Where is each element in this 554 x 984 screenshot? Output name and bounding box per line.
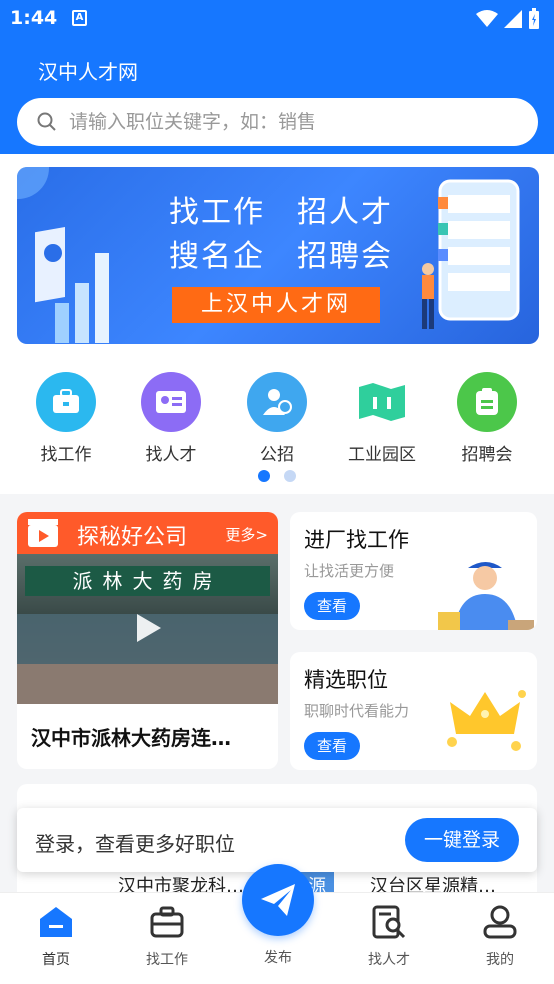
street <box>17 664 278 704</box>
person-medal-icon <box>247 372 307 432</box>
video-card-title: 探秘好公司 <box>77 525 188 550</box>
category-job-fair[interactable]: 招聘会 <box>437 372 537 465</box>
briefcase-icon <box>36 372 96 432</box>
play-icon[interactable] <box>135 612 163 644</box>
pager-dot-active[interactable] <box>258 470 270 482</box>
storefront-sign: 派林大药房 <box>25 566 270 596</box>
publish-label[interactable]: 发布 <box>248 947 308 967</box>
status-icons <box>476 8 540 30</box>
home-icon <box>40 907 72 937</box>
category-public-recruit[interactable]: 公招 <box>227 372 327 465</box>
promo-card-title: 进厂找工作 <box>304 528 409 552</box>
category-label: 公招 <box>260 445 294 465</box>
banner-cta-button[interactable]: 上汉中人才网 <box>172 287 380 323</box>
video-card-header: 探秘好公司 更多> <box>17 512 278 554</box>
video-thumbnail[interactable]: 派林大药房 <box>17 554 278 704</box>
status-bar: 1:44 A <box>0 0 554 36</box>
page-title: 汉中人才网 <box>38 60 138 84</box>
banner-section: 找工作 招人才 搜名企 招聘会 上汉中人才网 <box>0 154 554 344</box>
promo-banner[interactable]: 找工作 招人才 搜名企 招聘会 上汉中人才网 <box>17 167 539 344</box>
nav-label: 找工作 <box>146 952 188 968</box>
promo-card-title: 精选职位 <box>304 668 388 692</box>
nav-find-talent[interactable]: 找人才 <box>344 905 434 969</box>
clipboard-icon <box>457 372 517 432</box>
nav-find-job[interactable]: 找工作 <box>122 905 212 969</box>
nav-profile[interactable]: 我的 <box>455 905 545 969</box>
search-icon <box>37 112 56 131</box>
pager-dot[interactable] <box>284 470 296 482</box>
briefcase-icon <box>150 906 184 938</box>
search-bar[interactable] <box>17 98 538 146</box>
pager-dots <box>258 470 296 482</box>
map-icon <box>352 372 412 432</box>
category-label: 找人才 <box>145 445 197 465</box>
banner-line1-right: 招人才 <box>297 195 393 230</box>
publish-button[interactable] <box>242 864 314 936</box>
promo-card-factory-jobs[interactable]: 进厂找工作 让找活更方便 查看 <box>290 512 537 630</box>
video-card[interactable]: 探秘好公司 更多> 派林大药房 汉中市派林大药房连… <box>17 512 278 769</box>
worker-illustration <box>438 562 534 630</box>
promo-card-selected-jobs[interactable]: 精选职位 职聊时代看能力 查看 <box>290 652 537 770</box>
nav-home[interactable]: 首页 <box>11 905 101 969</box>
wifi-icon <box>476 10 498 27</box>
banner-line1-left: 找工作 <box>169 195 265 230</box>
promo-card-subtitle: 让找活更方便 <box>304 562 395 580</box>
category-industrial-park[interactable]: 工业园区 <box>332 372 432 465</box>
user-icon <box>483 905 517 939</box>
login-prompt: 登录，查看更多好职位 一键登录 <box>17 808 537 872</box>
search-input[interactable] <box>69 111 489 133</box>
banner-decoration <box>17 167 49 199</box>
category-label: 找工作 <box>40 445 92 465</box>
id-card-icon <box>141 372 201 432</box>
nav-label: 我的 <box>486 952 514 968</box>
bar-graph-illustration <box>35 227 109 343</box>
video-clapper-icon <box>28 519 58 547</box>
category-label: 工业园区 <box>348 445 416 465</box>
login-prompt-text: 登录，查看更多好职位 <box>35 832 235 856</box>
view-button[interactable]: 查看 <box>304 732 360 760</box>
banner-line2-left: 搜名企 <box>169 239 265 274</box>
video-more-link[interactable]: 更多> <box>225 524 268 545</box>
battery-icon <box>529 8 539 29</box>
signal-icon <box>504 10 522 28</box>
video-caption: 汉中市派林大药房连… <box>31 726 231 750</box>
promo-card-subtitle: 职聊时代看能力 <box>304 702 410 720</box>
category-grid: 找工作 找人才 公招 工业园区 招聘会 <box>0 344 554 494</box>
document-search-icon <box>372 905 406 939</box>
status-time: 1:44 <box>10 7 58 29</box>
phone-illustration <box>422 179 520 329</box>
category-find-talent[interactable]: 找人才 <box>121 372 221 465</box>
nav-label: 首页 <box>42 952 70 968</box>
banner-line2-right: 招聘会 <box>297 239 393 274</box>
category-label: 招聘会 <box>461 445 513 465</box>
view-button[interactable]: 查看 <box>304 592 360 620</box>
paper-plane-icon <box>261 884 295 916</box>
nav-label: 找人才 <box>368 952 410 968</box>
crown-icon <box>447 690 526 751</box>
category-find-job[interactable]: 找工作 <box>16 372 116 465</box>
notification-badge: A <box>72 10 87 26</box>
one-click-login-button[interactable]: 一键登录 <box>405 818 519 862</box>
